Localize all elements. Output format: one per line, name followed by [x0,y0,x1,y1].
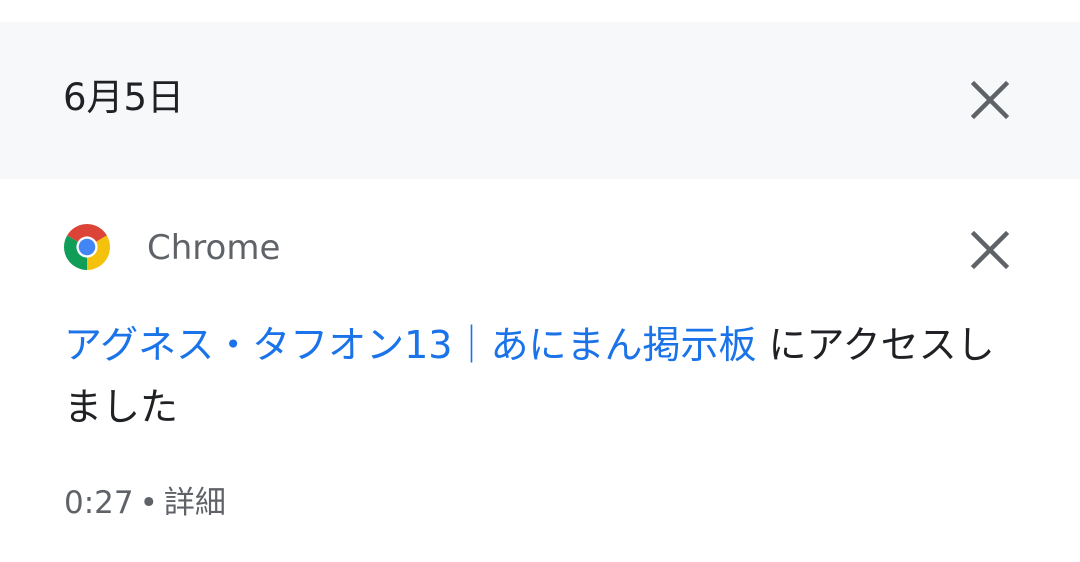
meta-separator: • [139,485,158,521]
close-icon [970,230,1010,270]
notification-meta: 0:27 • 詳細 [64,482,226,524]
dismiss-notification-button[interactable] [962,222,1018,278]
app-name: Chrome [147,228,281,268]
notification-message: アグネス・タフオン13｜あにまん掲示板 にアクセスしました [64,314,1024,438]
close-icon [970,80,1010,120]
details-link[interactable]: 詳細 [164,485,226,521]
date-label: 6月5日 [63,76,185,119]
dismiss-date-group-button[interactable] [962,72,1018,128]
visited-page-link[interactable]: アグネス・タフオン13｜あにまん掲示板 [64,323,756,367]
chrome-icon [64,224,110,270]
notification-time: 0:27 [64,485,134,521]
